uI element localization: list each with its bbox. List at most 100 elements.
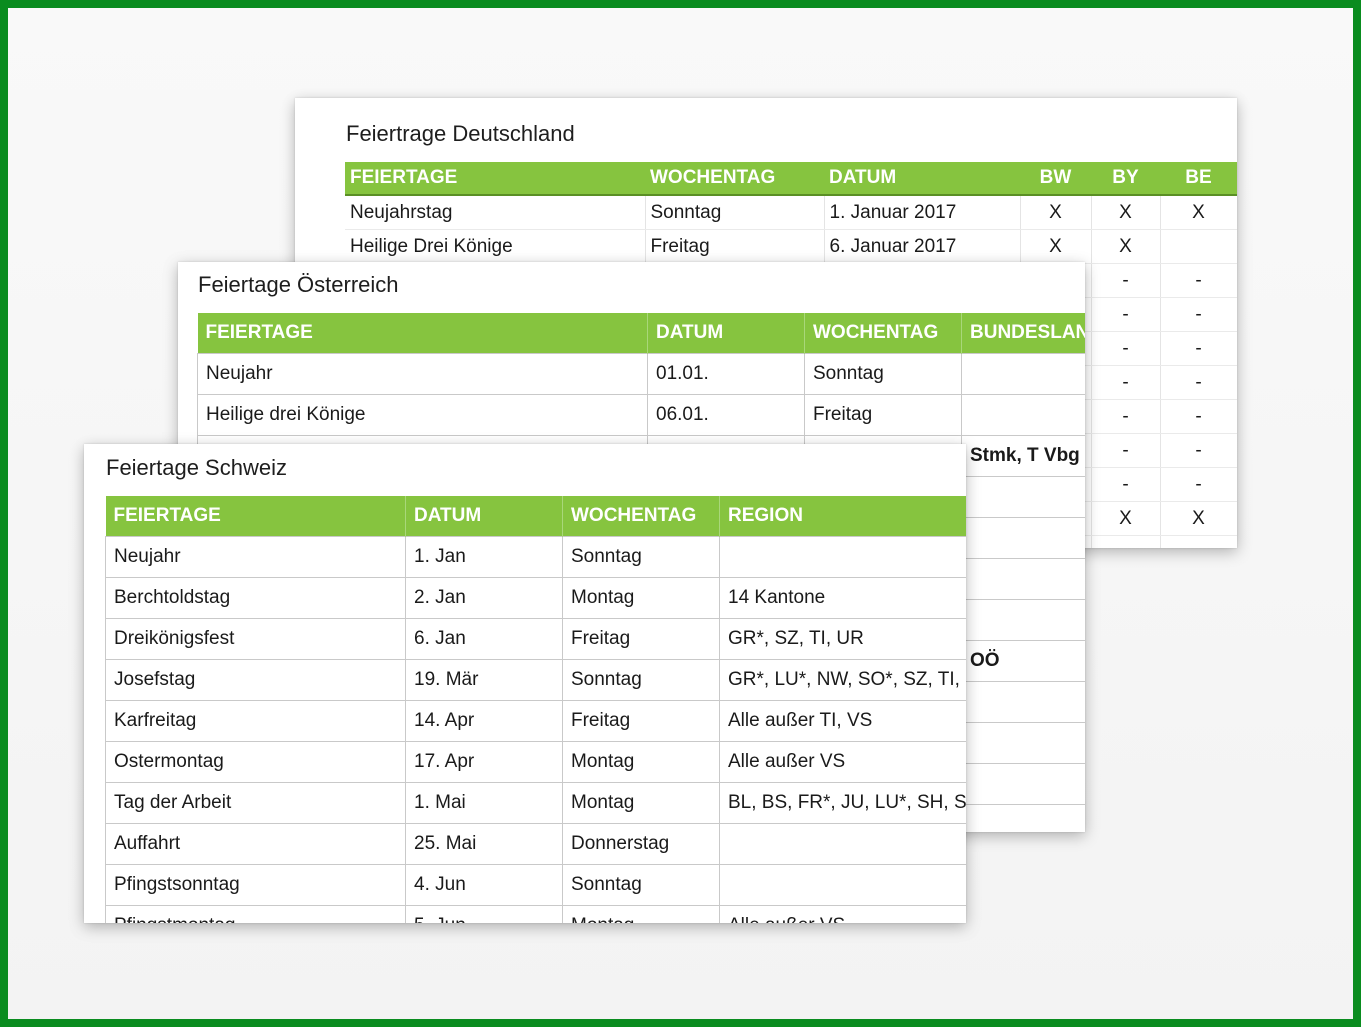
table-cell: - [1160, 263, 1237, 298]
table-cell: 1. Januar 2017 [824, 195, 1021, 230]
column-header: DATUM [405, 496, 563, 537]
sheet-title-austria: Feiertage Österreich [198, 272, 399, 297]
sheet-switzerland: Feiertage Schweiz FEIERTAGE DATUM WOCHEN… [84, 444, 966, 923]
table-cell [1160, 229, 1237, 264]
table-cell: - [1160, 331, 1237, 366]
table-cell: OÖ [961, 640, 1085, 682]
table-cell: Josefstag [105, 659, 406, 701]
column-header: FEIERTAGE [345, 162, 645, 196]
column-header: BUNDESLAND [961, 313, 1085, 354]
table-cell: Neujahr [105, 536, 406, 578]
table-cell [961, 599, 1085, 641]
column-header: WOCHENTAG [562, 496, 720, 537]
table-cell: - [1160, 467, 1237, 502]
table-cell: Karfreitag [105, 700, 406, 742]
table-cell: X [1020, 229, 1092, 264]
table-row: Karfreitag 14. Apr Freitag Alle außer TI, V… [105, 700, 966, 742]
table-cell: - [1160, 365, 1237, 400]
column-header: WOCHENTAG [645, 162, 824, 196]
table-cell: 1. Mai [405, 782, 563, 824]
table-cell: 6. Jan [405, 618, 563, 660]
table-cell: 4. Jun [405, 864, 563, 906]
table-cell: BL, BS, FR*, JU, LU*, SH, S [719, 782, 966, 824]
table-cell: Sonntag [562, 659, 720, 701]
table-cell: Alle außer VS [719, 905, 966, 923]
table-cell: X [1091, 195, 1161, 230]
table-cell: Sonntag [645, 195, 825, 230]
table-row: Neujahr 1. Jan Sonntag [105, 536, 966, 578]
table-cell [961, 517, 1085, 559]
table-row: Neujahrstag Sonntag 1. Januar 2017 X X X [345, 195, 1237, 230]
table-cell: - [1160, 433, 1237, 468]
table-cell: Neujahrstag [345, 195, 646, 230]
switzerland-holiday-table: FEIERTAGE DATUM WOCHENTAG REGION Neujahr… [105, 496, 966, 923]
table-row: Heilige drei Könige 06.01. Freitag [197, 394, 1085, 436]
column-header: BE [1160, 162, 1237, 196]
table-cell: 01.01. [647, 353, 805, 395]
table-cell: Freitag [562, 618, 720, 660]
table-cell: Sonntag [804, 353, 962, 395]
table-row: Pfingstmontag5. JunMontagAlle außer VS [105, 905, 966, 923]
table-cell [961, 558, 1085, 600]
table-cell: X [1091, 501, 1161, 536]
table-cell: Montag [562, 905, 720, 923]
table-cell: X [1091, 229, 1161, 264]
column-header: FEIERTAGE [105, 496, 406, 537]
sheet-title-germany: Feiertrage Deutschland [346, 121, 575, 146]
table-header-row: FEIERTAGE WOCHENTAG DATUM BW BY BE [345, 162, 1237, 196]
table-cell: - [1091, 263, 1161, 298]
table-cell [961, 722, 1085, 764]
table-cell: X [1160, 195, 1237, 230]
table-cell: 5. Jun [405, 905, 563, 923]
table-cell: Heilige drei Könige [197, 394, 648, 436]
table-cell: Heilige Drei Könige [345, 229, 646, 264]
table-row: Pfingstsonntag 4. Jun Sonntag [105, 864, 966, 906]
table-cell: Freitag [562, 700, 720, 742]
table-cell [961, 394, 1085, 436]
table-cell: Donnerstag [562, 823, 720, 865]
table-cell: 14 Kantone [719, 577, 966, 619]
table-header-row: FEIERTAGE DATUM WOCHENTAG BUNDESLAND [197, 313, 1085, 354]
table-cell: - [1091, 467, 1161, 502]
table-cell: 14. Apr [405, 700, 563, 742]
table-cell: 19. Mär [405, 659, 563, 701]
column-header: BW [1020, 162, 1091, 196]
column-header: DATUM [647, 313, 805, 354]
table-row: Ostermontag 17. Apr Montag Alle außer VS [105, 741, 966, 783]
table-cell: - [1091, 399, 1161, 434]
table-cell [719, 864, 966, 906]
table-cell: - [1091, 331, 1161, 366]
table-cell: Freitag [645, 229, 825, 264]
table-row: Auffahrt 25. Mai Donnerstag [105, 823, 966, 865]
table-cell: Berchtoldstag [105, 577, 406, 619]
table-cell: 6. Januar 2017 [824, 229, 1021, 264]
table-cell: Montag [562, 741, 720, 783]
table-cell: Montag [562, 577, 720, 619]
table-cell: Stmk, T Vbg [961, 435, 1085, 477]
table-cell: Ostermontag [105, 741, 406, 783]
table-cell [961, 804, 1085, 832]
table-cell [719, 536, 966, 578]
table-row: Josefstag 19. Mär Sonntag GR*, LU*, NW, SO*… [105, 659, 966, 701]
table-cell: X [1160, 501, 1237, 536]
table-cell [719, 823, 966, 865]
table-cell: Montag [562, 782, 720, 824]
table-cell: - [1091, 365, 1161, 400]
column-header: FEIERTAGE [197, 313, 648, 354]
table-cell: Sonntag [562, 864, 720, 906]
table-cell: Pfingstsonntag [105, 864, 406, 906]
table-cell: Dreikönigsfest [105, 618, 406, 660]
column-header: REGION [719, 496, 966, 537]
table-cell: Pfingstmontag [105, 905, 406, 923]
table-cell: Tag der Arbeit [105, 782, 406, 824]
table-row: Tag der Arbeit 1. Mai Montag BL, BS, FR*, J… [105, 782, 966, 824]
table-cell: Alle außer TI, VS [719, 700, 966, 742]
table-cell: GR*, SZ, TI, UR [719, 618, 966, 660]
table-row: Dreikönigsfest 6. Jan Freitag GR*, SZ, TI, … [105, 618, 966, 660]
table-cell: Freitag [804, 394, 962, 436]
table-cell: 25. Mai [405, 823, 563, 865]
table-cell: Auffahrt [105, 823, 406, 865]
table-row: Neujahr 01.01. Sonntag [197, 353, 1085, 395]
table-cell: 2. Jan [405, 577, 563, 619]
table-header-row: FEIERTAGE DATUM WOCHENTAG REGION [105, 496, 966, 537]
